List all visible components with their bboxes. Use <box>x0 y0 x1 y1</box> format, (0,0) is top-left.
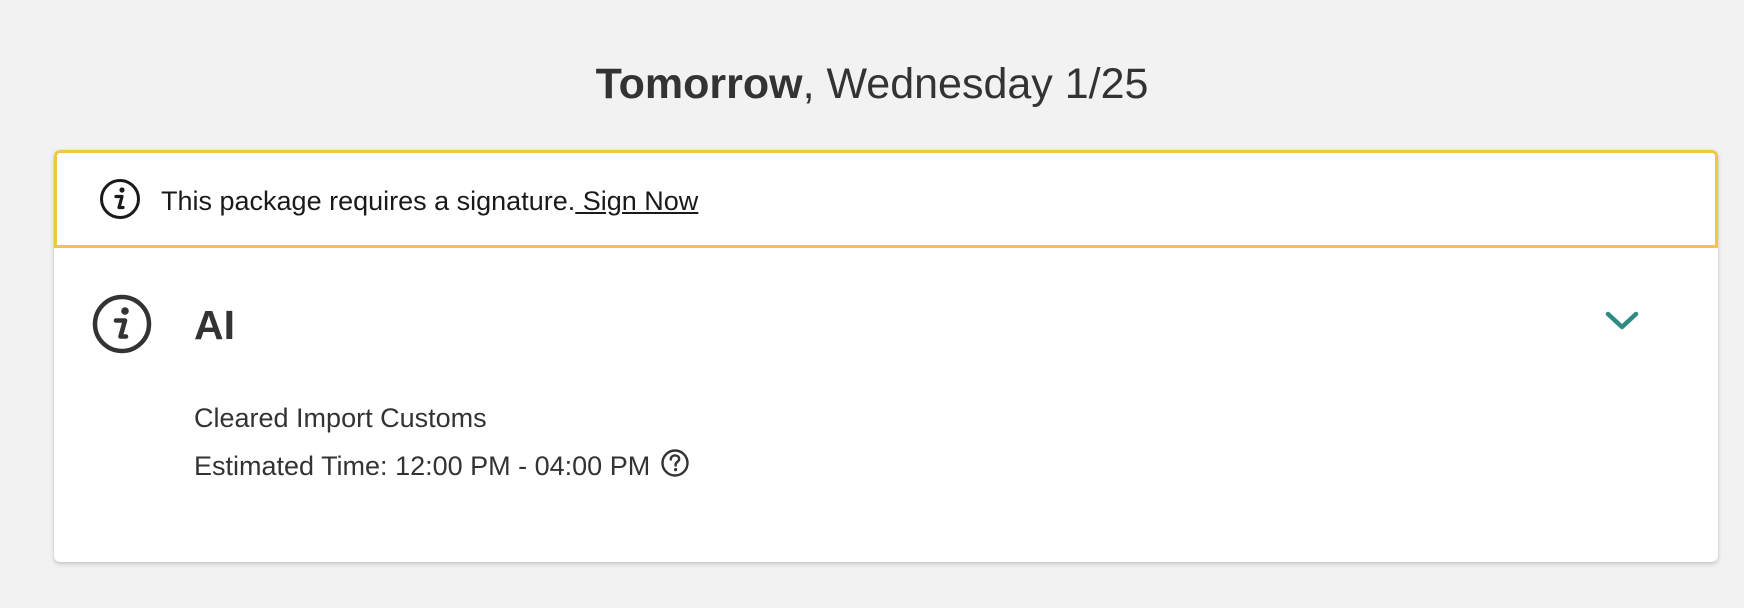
delivery-date-heading: Tomorrow, Wednesday 1/25 <box>0 56 1744 112</box>
signature-alert-banner: This package requires a signature. Sign … <box>54 150 1718 248</box>
info-icon <box>92 294 152 354</box>
signature-alert-text: This package requires a signature. Sign … <box>161 183 698 219</box>
estimated-time: Estimated Time: 12:00 PM - 04:00 PM <box>194 451 651 481</box>
info-icon <box>100 179 140 219</box>
status-title: AI <box>194 302 235 348</box>
tracking-card: This package requires a signature. Sign … <box>54 150 1718 562</box>
status-description: Cleared Import Customs <box>194 403 487 433</box>
sign-now-link[interactable]: Sign Now <box>575 186 699 216</box>
estimated-time-row: Estimated Time: 12:00 PM - 04:00 PM <box>194 448 690 484</box>
delivery-day: Tomorrow <box>595 60 803 108</box>
chevron-down-icon[interactable] <box>1604 308 1640 334</box>
question-circle-icon[interactable] <box>660 448 690 478</box>
signature-alert-message: This package requires a signature. <box>161 186 576 216</box>
delivery-date: , Wednesday 1/25 <box>802 60 1149 108</box>
